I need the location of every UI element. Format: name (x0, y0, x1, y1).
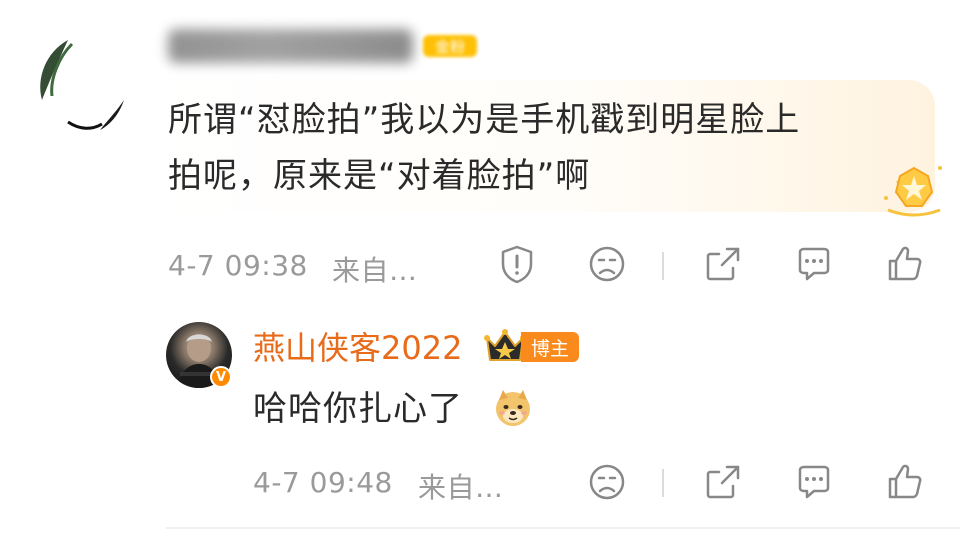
share-icon[interactable] (703, 244, 743, 284)
reply-timestamp: 4-7 09:48 (253, 466, 393, 499)
reply-icon[interactable] (794, 462, 834, 502)
reply-source[interactable]: 来自… (418, 466, 504, 506)
star-badge-icon (884, 166, 942, 217)
fan-badge: 金粉 (423, 35, 478, 57)
action-divider (662, 252, 664, 280)
divider-line (166, 527, 960, 529)
reply-text: 哈哈你扎心了 (253, 389, 463, 429)
commenter-name-blurred[interactable] (168, 29, 413, 63)
comment-text: 所谓“怼脸拍”我以为是手机戳到明星脸上 拍呢，原来是“对着脸拍”啊 (168, 92, 908, 204)
dislike-icon[interactable] (587, 244, 627, 284)
comment-source[interactable]: 来自… (332, 249, 418, 289)
blogger-badge: 博主 (521, 332, 580, 362)
commenter-name-row: 金粉 (168, 24, 478, 68)
action-divider (662, 469, 664, 497)
reply-icon[interactable] (794, 244, 834, 284)
doge-emoji-icon (496, 390, 530, 426)
like-icon[interactable] (885, 244, 925, 284)
dislike-icon[interactable] (587, 462, 627, 502)
commenter-avatar[interactable] (28, 30, 136, 138)
share-icon[interactable] (703, 462, 743, 502)
reply-author-name[interactable]: 燕山侠客2022 (253, 323, 462, 369)
report-icon[interactable] (497, 244, 537, 284)
comment-text-line: 拍呢，原来是“对着脸拍”啊 (168, 156, 591, 196)
like-icon[interactable] (885, 462, 925, 502)
comment-thread: 金粉 所谓“怼脸拍”我以为是手机戳到明星脸上 拍呢，原来是“对着脸拍”啊 4-7… (0, 0, 960, 545)
comment-timestamp: 4-7 09:38 (168, 249, 308, 282)
comment-text-line: 所谓“怼脸拍”我以为是手机戳到明星脸上 (168, 100, 801, 140)
verified-badge-icon: V (210, 366, 232, 388)
